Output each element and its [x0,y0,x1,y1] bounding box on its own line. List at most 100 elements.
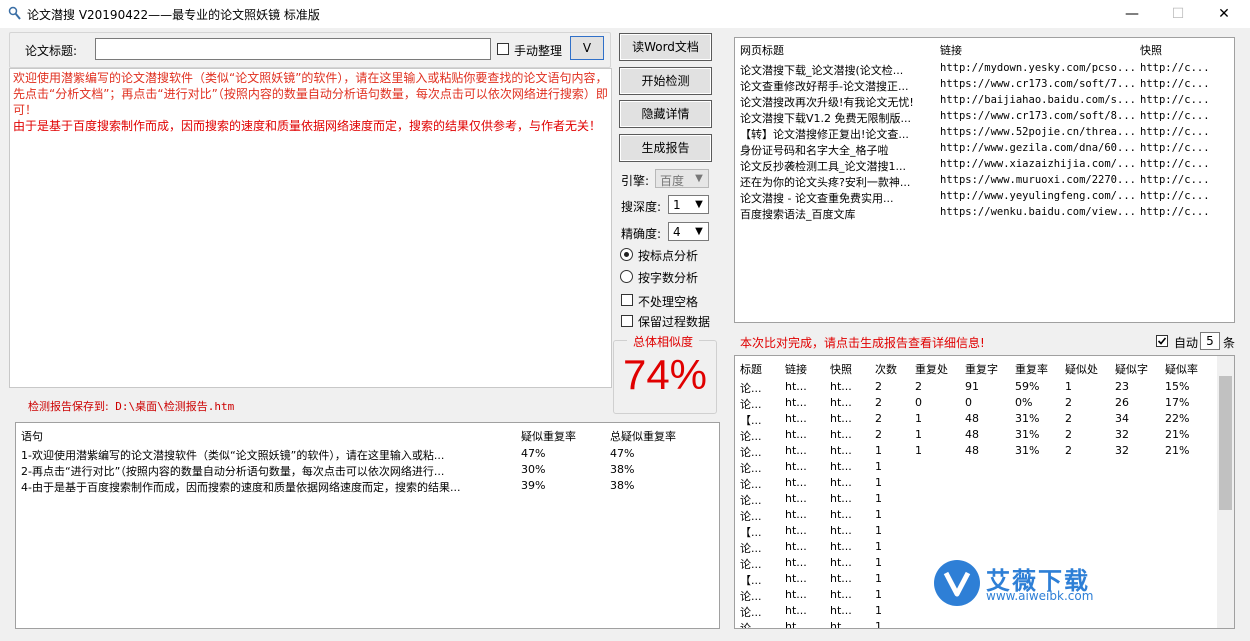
detail-cell: 31% [1015,444,1040,457]
manual-arrange-checkbox[interactable] [497,43,509,55]
detail-cell: ht... [830,396,852,409]
auto-label: 自动 [1174,336,1199,350]
table-row[interactable]: 【... ht... ht... 2 1 48 31% 2 34 22% [735,412,1234,428]
precision-select[interactable]: 4 ▼ [668,222,709,241]
web-title: 论文潜搜下载V1.2 免费无限制版... [740,112,912,125]
table-row[interactable]: 论文潜搜改再次升级!有我论文无忧! http://baijiahao.baidu.… [735,94,1234,110]
table-row[interactable]: 【转】论文潜搜修正复出!论文查... https://www.52pojie.cn… [735,126,1234,142]
table-row[interactable]: 4-由于是基于百度搜索制作而成，因而搜索的速度和质量依据网络速度而定，搜索的结果… [16,479,719,495]
detail-cell: 1 [875,604,882,617]
detail-cell: 论... [740,478,762,491]
detail-cell: ht... [830,476,852,489]
chevron-down-icon: ▼ [691,224,707,239]
detail-cell: 26 [1115,396,1129,409]
dropdown-v-button[interactable]: V [570,36,604,60]
similarity-value: 74% [622,351,708,398]
engine-select[interactable]: 百度 ▼ [655,169,709,188]
web-header-link: 链接 [940,44,962,57]
table-row[interactable]: 论... ht... ht... 1 [735,492,1234,508]
watermark-v-icon [943,571,971,597]
detail-cell: ht... [785,572,807,585]
table-row[interactable]: 论... ht... ht... 2 1 48 31% 2 32 21% [735,428,1234,444]
detail-cell: 23 [1115,380,1129,393]
table-row[interactable]: 2-再点击“进行对比”（按照内容的数量自动分析语句数量，每次点击可以依次网络进行… [16,463,719,479]
table-row[interactable]: 论... ht... ht... 1 [735,588,1234,604]
detail-cell: 论... [740,382,762,395]
table-row[interactable]: 1-欢迎使用潜紫编写的论文潜搜软件（类似“论文照妖镜”的软件），请在这里输入或粘… [16,447,719,463]
start-detect-button[interactable]: 开始检测 [619,67,712,95]
char-analysis-label: 按字数分析 [638,271,699,285]
scrollbar-thumb[interactable] [1219,376,1232,510]
table-row[interactable]: 论... ht... ht... 1 [735,620,1234,629]
detail-header-cell: 疑似率 [1165,363,1198,376]
web-snapshot: http://c... [1140,142,1210,154]
table-row[interactable]: 论文潜搜下载V1.2 免费无限制版... https://www.cr173.co… [735,110,1234,126]
detail-header-cell: 疑似字 [1115,363,1148,376]
detail-cell: ht... [830,588,852,601]
table-row[interactable]: 百度搜索语法_百度文库 https://wenku.baidu.com/view.… [735,206,1234,222]
auto-checkbox[interactable] [1156,335,1168,347]
web-link: http://baijiahao.baidu.com/s... [940,94,1135,106]
minimize-button[interactable]: — [1109,0,1155,28]
table-row[interactable]: 还在为你的论文头疼?安利一款神... https://www.muruoxi.co… [735,174,1234,190]
web-title: 【转】论文潜搜修正复出!论文查... [740,128,909,141]
paper-title-input[interactable] [95,38,491,60]
sentence-rate: 30% [521,463,546,476]
maximize-button[interactable]: ☐ [1155,0,1201,28]
char-analysis-radio[interactable] [620,270,633,283]
detail-cell: 2 [875,428,882,441]
table-row[interactable]: 论... ht... ht... 1 [735,556,1234,572]
web-snapshot: http://c... [1140,62,1210,74]
sentences-table[interactable]: 语句 疑似重复率 总疑似重复率 1-欢迎使用潜紫编写的论文潜搜软件（类似“论文照… [15,422,720,629]
detail-cell: ht... [830,380,852,393]
detail-cell: 48 [965,428,979,441]
depth-select[interactable]: 1 ▼ [668,195,709,214]
web-title: 论文潜搜改再次升级!有我论文无忧! [740,96,914,109]
table-row[interactable]: 论... ht... ht... 1 [735,476,1234,492]
detail-cell: ht... [785,556,807,569]
table-row[interactable]: 论文潜搜 - 论文查重免费实用... http://www.yeyulingfen… [735,190,1234,206]
table-row[interactable]: 【... ht... ht... 1 [735,524,1234,540]
table-row[interactable]: 论文反抄袭检测工具_论文潜搜1... http://www.xiazaizhiji… [735,158,1234,174]
table-row[interactable]: 论文查重修改好帮手-论文潜搜正... https://www.cr173.com/… [735,78,1234,94]
table-row[interactable]: 论文潜搜下载_论文潜搜(论文检... http://mydown.yesky.co… [735,62,1234,78]
detail-scrollbar[interactable] [1217,356,1234,628]
web-title: 还在为你的论文头疼?安利一款神... [740,176,911,189]
close-button[interactable]: ✕ [1201,0,1247,28]
detail-cell: ht... [785,396,807,409]
save-path-caption: 检测报告保存到: [28,400,109,413]
detail-cell: 论... [740,398,762,411]
web-results-table[interactable]: 网页标题 链接 快照 论文潜搜下载_论文潜搜(论文检... http://mydo… [734,37,1235,323]
table-row[interactable]: 【... ht... ht... 1 [735,572,1234,588]
read-word-button[interactable]: 读Word文档 [619,33,712,61]
no-space-checkbox[interactable] [621,294,633,306]
detail-cell: 31% [1015,412,1040,425]
detail-cell: 1 [875,444,882,457]
table-row[interactable]: 论... ht... ht... 2 0 0 0% 2 26 17% [735,396,1234,412]
punct-analysis-radio[interactable] [620,248,633,261]
hide-details-button[interactable]: 隐藏详情 [619,100,712,128]
keep-data-checkbox[interactable] [621,315,633,327]
content-textarea[interactable]: 欢迎使用潜紫编写的论文潜搜软件（类似“论文照妖镜”的软件），请在这里输入或粘贴你… [9,68,612,388]
table-row[interactable]: 论... ht... ht... 1 [735,540,1234,556]
auto-count-input[interactable]: 5 [1200,332,1220,350]
detail-cell: 2 [875,396,882,409]
sentence-rate: 47% [521,447,546,460]
web-snapshot: http://c... [1140,158,1210,170]
detail-table[interactable]: 标题 链接 快照 次数 重复处 重复字 重复率 疑似处 疑似字 疑似率 论... ht... ht..… [734,355,1235,629]
detail-cell: 2 [875,380,882,393]
detail-cell: 1 [875,620,882,629]
table-row[interactable]: 论... ht... ht... 1 [735,604,1234,620]
detail-cell: 1 [875,588,882,601]
table-row[interactable]: 论... ht... ht... 1 [735,460,1234,476]
keep-data-label: 保留过程数据 [638,315,711,329]
sentence-text: 1-欢迎使用潜紫编写的论文潜搜软件（类似“论文照妖镜”的软件），请在这里输入或粘… [21,449,445,462]
table-row[interactable]: 身份证号码和名字大全_格子啦 http://www.gezila.com/dna/… [735,142,1234,158]
generate-report-button[interactable]: 生成报告 [619,134,712,162]
table-row[interactable]: 论... ht... ht... 1 1 48 31% 2 32 21% [735,444,1234,460]
detail-header-cell: 重复处 [915,363,948,376]
detail-cell: 论... [740,606,762,619]
table-row[interactable]: 论... ht... ht... 1 [735,508,1234,524]
detail-header-cell: 疑似处 [1065,363,1098,376]
table-row[interactable]: 论... ht... ht... 2 2 91 59% 1 23 15% [735,380,1234,396]
